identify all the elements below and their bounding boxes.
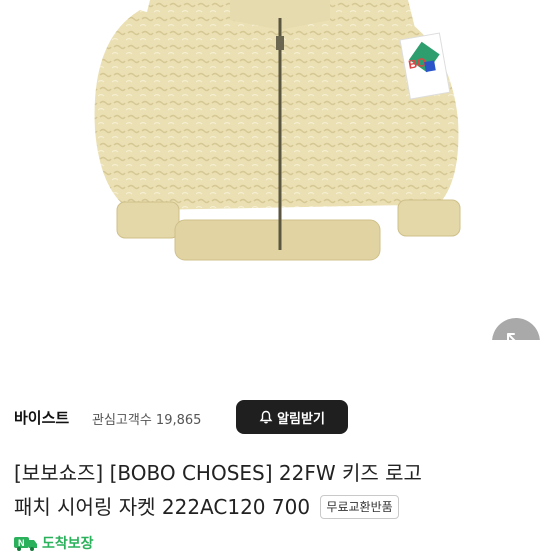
store-info: 바이스트 관심고객수 19,865 알림받기 [14, 400, 540, 436]
expand-arrows-icon [507, 333, 516, 340]
product-title-line-1: [보보쇼즈] [BOBO CHOSES] 22FW 키즈 로고 [14, 461, 422, 485]
product-title-line-2: 패치 시어링 자켓 222AC120 700 무료교환반품 [14, 490, 544, 524]
bell-plus-icon [259, 410, 273, 424]
alarm-subscribe-button[interactable]: 알림받기 [236, 400, 348, 434]
svg-text:N: N [18, 538, 25, 548]
product-image-gallery[interactable]: BO [0, 0, 554, 340]
alarm-button-label: 알림받기 [277, 411, 325, 427]
free-return-badge: 무료교환반품 [320, 495, 399, 519]
product-title: [보보쇼즈] [BOBO CHOSES] 22FW 키즈 로고 패치 시어링 자… [14, 456, 544, 524]
favorites-count: 관심고객수 19,865 [92, 413, 202, 428]
store-name[interactable]: 바이스트 [14, 407, 69, 428]
delivery-label: 도착보장 [42, 536, 94, 552]
delivery-truck-icon: N [14, 537, 37, 551]
product-title-line-2-text: 패치 시어링 자켓 222AC120 700 [14, 495, 311, 519]
product-photo: BO [94, 0, 461, 261]
delivery-guarantee: N 도착보장 [14, 533, 94, 553]
